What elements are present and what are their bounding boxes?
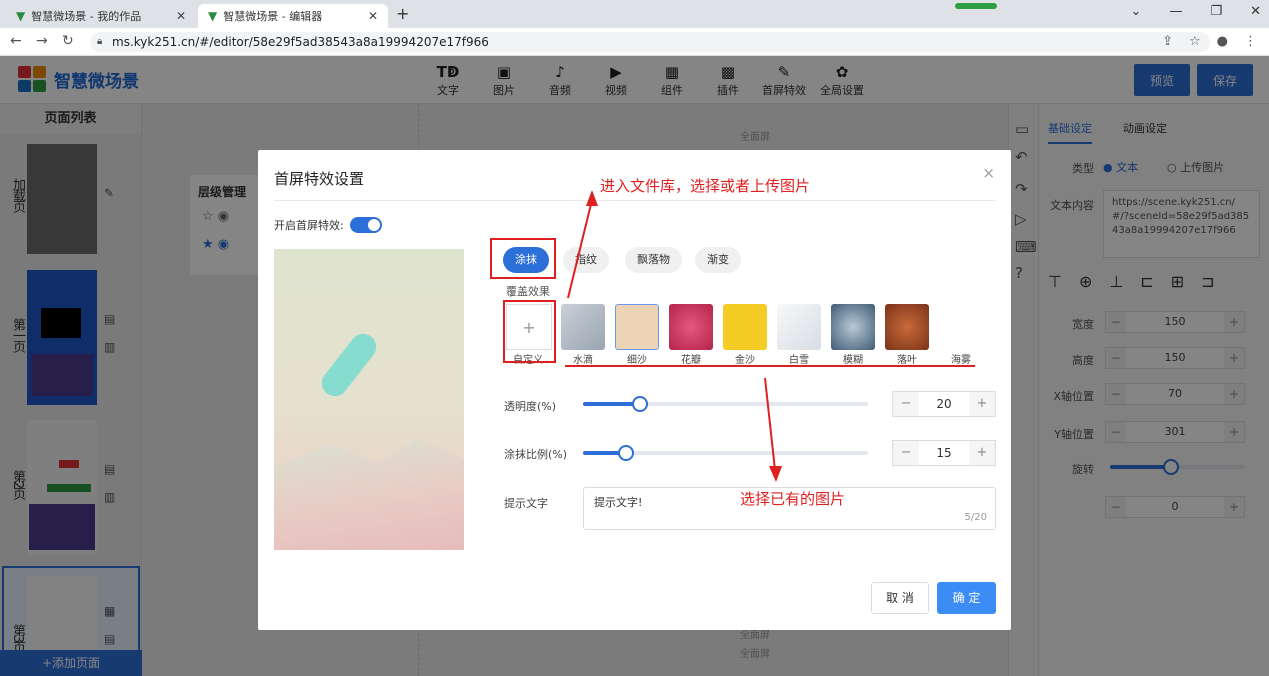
annotation-arrows	[567, 190, 782, 482]
annotation-text-bottom: 选择已有的图片	[740, 490, 846, 508]
annotation-text-top: 进入文件库，选择或者上传图片	[600, 177, 811, 195]
